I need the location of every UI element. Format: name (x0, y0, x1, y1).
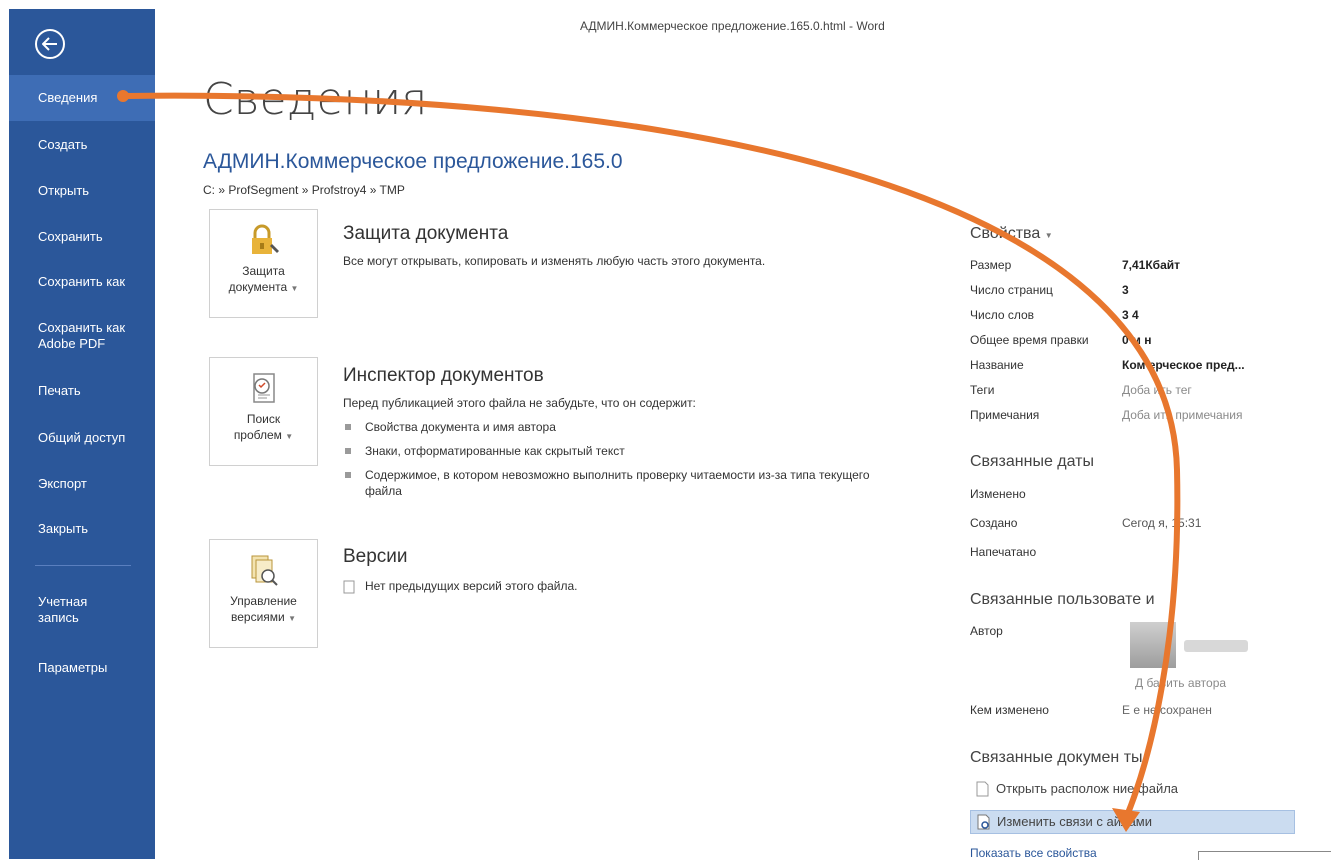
sidebar-item-export[interactable]: Экспорт (9, 476, 155, 492)
prop-label: Создано (970, 516, 1018, 530)
sidebar-item-print[interactable]: Печать (9, 383, 155, 399)
sidebar-item-label: Открыть (38, 183, 90, 198)
document-icon (976, 781, 989, 797)
prop-label: Изменено (970, 487, 1026, 501)
prop-label: Размер (970, 258, 1012, 272)
sidebar-item-save-as-pdf[interactable]: Сохранить как Adobe PDF (9, 320, 155, 352)
sidebar-item-label: Общий доступ (38, 430, 126, 445)
open-file-location-link[interactable]: Открыть располож ние файла (970, 778, 1178, 802)
backstage-sidebar: Сведения Создать Открыть Сохранить Сохра… (9, 9, 155, 859)
author-name (1184, 640, 1248, 652)
sidebar-item-open[interactable]: Открыть (9, 183, 155, 199)
window-title: АДМИН.Коммерческое предложение.165.0.htm… (580, 19, 885, 33)
list-item: Знаки, отформатированные как скрытый тек… (343, 443, 905, 459)
document-icon (343, 580, 355, 594)
chevron-down-icon: ▼ (1044, 231, 1053, 240)
lock-key-icon (251, 224, 279, 254)
versions-title: Версии (343, 546, 408, 567)
prop-label: Теги (970, 383, 995, 397)
sidebar-item-account[interactable]: Учетная запись (9, 594, 155, 626)
prop-value: 7,41Кбайт (1122, 258, 1181, 272)
chevron-down-icon: ▼ (288, 614, 296, 623)
show-all-properties-link[interactable]: Показать все свойства (970, 846, 1097, 860)
prop-label: Кем изменено (970, 703, 1049, 717)
sidebar-item-options[interactable]: Параметры (9, 660, 155, 676)
check-issues-button[interactable]: Поиск проблем ▼ (209, 357, 318, 466)
document-name: АДМИН.Коммерческое предложение.165.0 (203, 150, 623, 173)
document-path[interactable]: C: » ProfSegment » Profstroy4 » TMP (203, 183, 405, 197)
tile-label: Управление версиями ▼ (230, 594, 297, 624)
prop-label: Название (970, 358, 1024, 372)
page-title: Сведения (203, 74, 428, 125)
sidebar-item-label: Создать (38, 137, 88, 152)
link-document-icon (977, 814, 990, 830)
related-dates-heading: Связанные даты (970, 453, 1094, 470)
versions-icon (251, 555, 278, 586)
avatar (1130, 622, 1176, 668)
tile-label: Поиск проблем ▼ (233, 412, 294, 442)
protect-title: Защита документа (343, 223, 509, 244)
add-author-link[interactable]: Д бавить автора (1135, 676, 1226, 690)
prop-label: Число страниц (970, 283, 1053, 297)
protect-description: Все могут открывать, копировать и изменя… (343, 254, 766, 268)
sidebar-item-label: Печать (38, 383, 81, 398)
sidebar-item-label: Параметры (38, 660, 108, 675)
prop-value: 3 (1122, 283, 1129, 297)
sidebar-item-label: Экспорт (38, 476, 87, 491)
sidebar-item-label: Учетная запись (38, 594, 88, 625)
sidebar-item-new[interactable]: Создать (9, 137, 155, 153)
edit-links-to-files-link[interactable]: Изменить связи с айлами (970, 810, 1295, 834)
sidebar-item-label: Сохранить (38, 229, 103, 244)
sidebar-item-label: Сохранить как Adobe PDF (38, 320, 126, 351)
related-documents-heading: Связанные докумен ты (970, 749, 1143, 766)
list-item: Свойства документа и имя автора (343, 419, 905, 435)
prop-label: Примечания (970, 408, 1040, 422)
prop-value: 3 4 (1122, 308, 1139, 322)
title-field[interactable]: Ком ерческое пред... (1122, 358, 1245, 372)
protect-document-button[interactable]: Защита документа ▼ (209, 209, 318, 318)
prop-label: Число слов (970, 308, 1035, 322)
sidebar-item-share[interactable]: Общий доступ (9, 430, 155, 446)
arrow-left-icon (42, 37, 57, 51)
properties-heading[interactable]: Свойства ▼ (970, 225, 1053, 243)
inspect-bullet-list: Свойства документа и имя автора Знаки, о… (343, 419, 905, 507)
back-button[interactable] (35, 29, 65, 59)
related-people-heading: Связанные пользовате и (970, 591, 1155, 608)
inspect-description: Перед публикацией этого файла не забудьт… (343, 396, 696, 410)
inspect-document-icon (252, 373, 275, 403)
sidebar-item-label: Сохранить как (38, 274, 126, 289)
prop-value: 0 м н (1122, 333, 1152, 347)
inspect-title: Инспектор документов (343, 365, 544, 386)
prop-label: Напечатано (970, 545, 1037, 559)
manage-versions-button[interactable]: Управление версиями ▼ (209, 539, 318, 648)
prop-value: Е е не сохранен (1122, 703, 1212, 717)
chevron-down-icon: ▼ (290, 284, 299, 293)
sidebar-divider (35, 565, 131, 566)
chevron-down-icon: ▼ (285, 432, 294, 441)
sidebar-item-close[interactable]: Закрыть (9, 521, 155, 537)
comments-field[interactable]: Доба ить примечания (1122, 408, 1242, 422)
prop-value: Сегод я, 15:31 (1122, 516, 1202, 530)
sidebar-item-save[interactable]: Сохранить (9, 229, 155, 245)
list-item: Содержимое, в котором невозможно выполни… (343, 467, 905, 499)
prop-label: Общее время правки (970, 333, 1089, 347)
sidebar-item-info[interactable]: Сведения (9, 75, 155, 121)
versions-description: Нет предыдущих версий этого файла. (343, 579, 578, 594)
sidebar-item-save-as[interactable]: Сохранить как (9, 274, 155, 290)
tags-field[interactable]: Доба ить тег (1122, 383, 1192, 397)
prop-label: Автор (970, 624, 1003, 638)
sidebar-item-label: Сведения (38, 90, 98, 105)
sidebar-item-label: Закрыть (38, 521, 89, 536)
tile-label: Защита документа ▼ (228, 264, 299, 294)
